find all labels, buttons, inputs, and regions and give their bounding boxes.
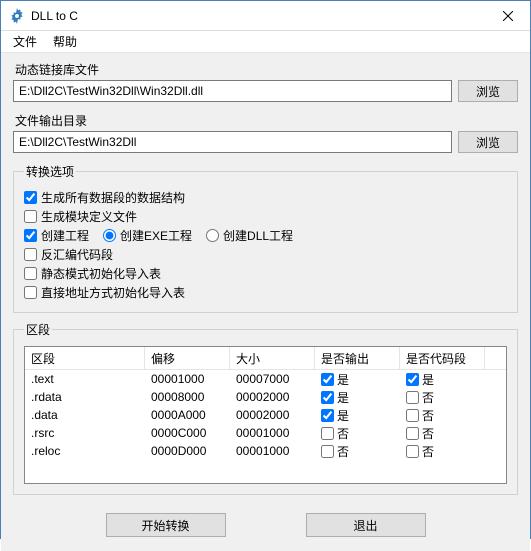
table-row[interactable]: .rsrc0000C00000001000 否 否	[25, 424, 506, 442]
dll-path-label: 动态链接库文件	[15, 61, 518, 78]
out-browse-button[interactable]: 浏览	[458, 131, 518, 153]
options-group: 转换选项 生成所有数据段的数据结构 生成模块定义文件 创建工程 创建EXE工程	[13, 163, 518, 313]
table-row[interactable]: .text0000100000007000 是 是	[25, 370, 506, 388]
col-offset[interactable]: 偏移	[145, 347, 230, 369]
row-output-checkbox[interactable]	[321, 391, 334, 404]
opt-create-proj-checkbox[interactable]	[24, 229, 37, 242]
table-cell: 0000C000	[145, 424, 230, 442]
row-output-checkbox[interactable]	[321, 373, 334, 386]
row-codeseg-checkbox[interactable]	[406, 391, 419, 404]
col-size[interactable]: 大小	[230, 347, 315, 369]
table-header: 区段 偏移 大小 是否输出 是否代码段	[25, 347, 506, 370]
table-row[interactable]: .data0000A00000002000 是 否	[25, 406, 506, 424]
row-codeseg-label: 否	[422, 389, 434, 406]
sections-legend: 区段	[24, 321, 52, 338]
table-cell: 0000D000	[145, 442, 230, 460]
row-codeseg-label: 否	[422, 425, 434, 442]
row-output-label: 否	[337, 443, 349, 460]
opt-create-exe-label[interactable]: 创建EXE工程	[120, 227, 192, 244]
table-cell: .text	[25, 370, 145, 388]
row-output-label: 否	[337, 425, 349, 442]
table-cell: 否	[315, 424, 400, 442]
exit-button[interactable]: 退出	[306, 513, 426, 537]
opt-gen-moddef-label[interactable]: 生成模块定义文件	[41, 208, 137, 225]
table-cell: 否	[400, 406, 485, 424]
table-cell: 00002000	[230, 388, 315, 406]
table-cell: 是	[315, 388, 400, 406]
opt-direct-addr-label[interactable]: 直接地址方式初始化导入表	[41, 284, 185, 301]
opt-create-dll-label[interactable]: 创建DLL工程	[223, 227, 293, 244]
out-path-label: 文件输出目录	[15, 112, 518, 129]
table-cell: 否	[400, 388, 485, 406]
row-codeseg-label: 否	[422, 407, 434, 424]
sections-group: 区段 区段 偏移 大小 是否输出 是否代码段 .text000010000000…	[13, 321, 518, 495]
app-window: DLL to C 文件 帮助 动态链接库文件 浏览 文件输出目录 浏览 转换选项	[0, 0, 531, 539]
col-output[interactable]: 是否输出	[315, 347, 400, 369]
row-codeseg-checkbox[interactable]	[406, 427, 419, 440]
table-cell: 是	[315, 370, 400, 388]
table-cell: .reloc	[25, 442, 145, 460]
row-output-checkbox[interactable]	[321, 445, 334, 458]
table-cell: 是	[400, 370, 485, 388]
opt-create-proj-label[interactable]: 创建工程	[41, 227, 89, 244]
table-cell: 是	[315, 406, 400, 424]
row-output-checkbox[interactable]	[321, 427, 334, 440]
table-cell: 00002000	[230, 406, 315, 424]
row-output-checkbox[interactable]	[321, 409, 334, 422]
button-row: 开始转换 退出	[13, 503, 518, 543]
table-cell: 00001000	[230, 424, 315, 442]
opt-create-exe-radio[interactable]	[103, 229, 116, 242]
table-cell: 否	[400, 442, 485, 460]
sections-table: 区段 偏移 大小 是否输出 是否代码段 .text000010000000700…	[24, 346, 507, 484]
content: 动态链接库文件 浏览 文件输出目录 浏览 转换选项 生成所有数据段的数据结构 生…	[1, 53, 530, 551]
close-button[interactable]	[485, 1, 530, 30]
row-output-label: 是	[337, 389, 349, 406]
table-row[interactable]: .reloc0000D00000001000 否 否	[25, 442, 506, 460]
menu-help[interactable]: 帮助	[45, 31, 85, 52]
opt-static-init-checkbox[interactable]	[24, 267, 37, 280]
out-path-input[interactable]	[13, 131, 452, 153]
start-button[interactable]: 开始转换	[106, 513, 226, 537]
col-name[interactable]: 区段	[25, 347, 145, 369]
dll-browse-button[interactable]: 浏览	[458, 80, 518, 102]
row-output-label: 是	[337, 407, 349, 424]
row-output-label: 是	[337, 371, 349, 388]
table-cell: .rsrc	[25, 424, 145, 442]
opt-direct-addr-checkbox[interactable]	[24, 286, 37, 299]
row-codeseg-label: 否	[422, 443, 434, 460]
opt-static-init-label[interactable]: 静态模式初始化导入表	[41, 265, 161, 282]
window-title: DLL to C	[31, 9, 485, 23]
titlebar: DLL to C	[1, 1, 530, 31]
opt-gen-struct-label[interactable]: 生成所有数据段的数据结构	[41, 189, 185, 206]
col-codeseg[interactable]: 是否代码段	[400, 347, 485, 369]
table-body: .text0000100000007000是是.rdata00008000000…	[25, 370, 506, 460]
table-cell: .rdata	[25, 388, 145, 406]
menu-file[interactable]: 文件	[5, 31, 45, 52]
opt-gen-struct-checkbox[interactable]	[24, 191, 37, 204]
table-row[interactable]: .rdata0000800000002000 是 否	[25, 388, 506, 406]
opt-create-dll-radio[interactable]	[206, 229, 219, 242]
row-codeseg-checkbox[interactable]	[406, 445, 419, 458]
dll-path-input[interactable]	[13, 80, 452, 102]
table-cell: 00007000	[230, 370, 315, 388]
table-cell: .data	[25, 406, 145, 424]
table-cell: 00008000	[145, 388, 230, 406]
opt-deasm-label[interactable]: 反汇编代码段	[41, 246, 113, 263]
options-legend: 转换选项	[24, 163, 76, 180]
gear-icon	[9, 8, 25, 24]
opt-gen-moddef-checkbox[interactable]	[24, 210, 37, 223]
table-cell: 否	[400, 424, 485, 442]
table-cell: 00001000	[230, 442, 315, 460]
row-codeseg-label: 是	[422, 371, 434, 388]
table-cell: 00001000	[145, 370, 230, 388]
table-cell: 0000A000	[145, 406, 230, 424]
row-codeseg-checkbox[interactable]	[406, 409, 419, 422]
table-cell: 否	[315, 442, 400, 460]
row-codeseg-checkbox[interactable]	[406, 373, 419, 386]
opt-deasm-checkbox[interactable]	[24, 248, 37, 261]
menubar: 文件 帮助	[1, 31, 530, 53]
